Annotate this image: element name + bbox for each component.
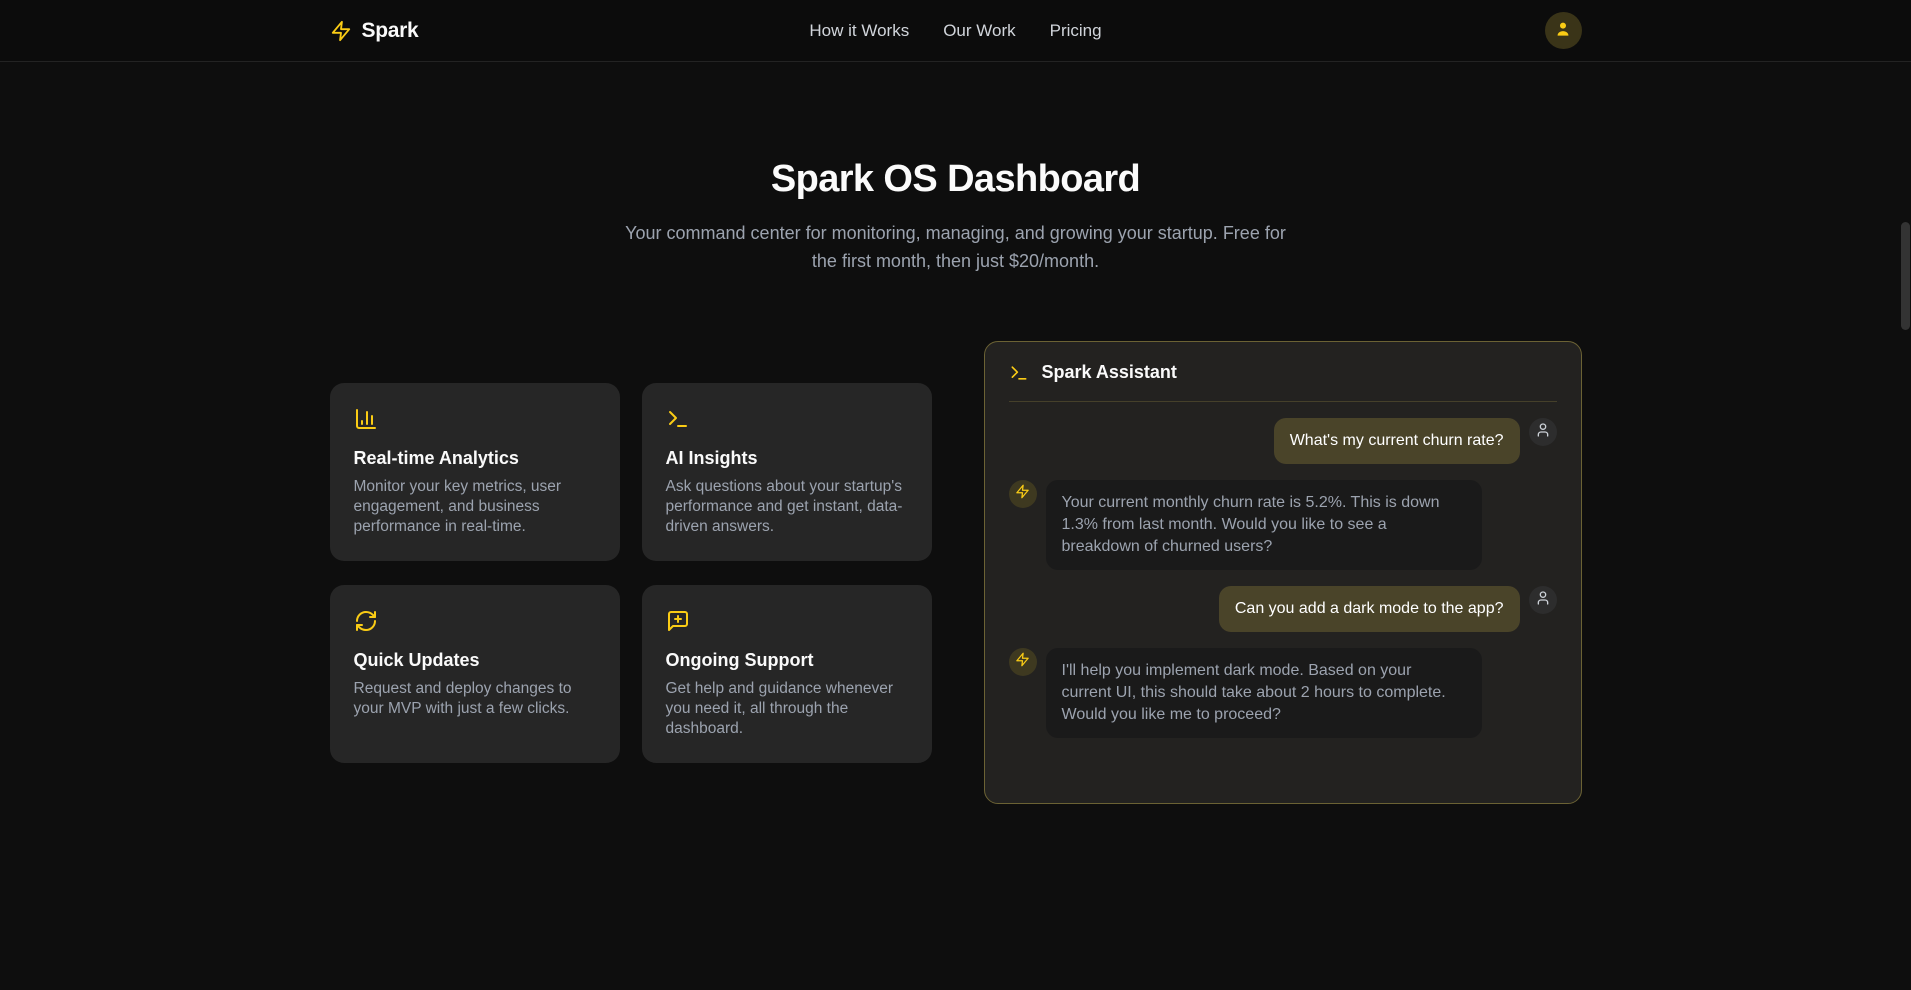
refresh-icon	[354, 609, 596, 633]
feature-card-ongoing-support: Ongoing Support Get help and guidance wh…	[642, 585, 932, 763]
account-avatar-button[interactable]	[1545, 12, 1582, 49]
feature-description: Request and deploy changes to your MVP w…	[354, 679, 596, 719]
user-avatar	[1529, 586, 1557, 614]
feature-description: Ask questions about your startup's perfo…	[666, 477, 908, 537]
nav-link-how-it-works[interactable]: How it Works	[809, 21, 909, 41]
bar-chart-icon	[354, 407, 596, 431]
chat-message-assistant: Your current monthly churn rate is 5.2%.…	[1009, 480, 1557, 570]
feature-description: Monitor your key metrics, user engagemen…	[354, 477, 596, 537]
user-icon	[1535, 590, 1551, 611]
feature-card-realtime-analytics: Real-time Analytics Monitor your key met…	[330, 383, 620, 561]
chat-message-user: What's my current churn rate?	[1009, 418, 1557, 464]
nav-links: How it Works Our Work Pricing	[809, 21, 1101, 41]
assistant-avatar	[1009, 480, 1037, 508]
main-content: Real-time Analytics Monitor your key met…	[330, 341, 1582, 804]
page-scrollbar[interactable]	[1901, 222, 1910, 330]
zap-icon	[1015, 652, 1030, 672]
feature-title: Real-time Analytics	[354, 448, 596, 469]
terminal-icon	[1009, 363, 1029, 383]
assistant-panel-header: Spark Assistant	[1009, 342, 1557, 402]
chat-message-user: Can you add a dark mode to the app?	[1009, 586, 1557, 632]
nav-link-our-work[interactable]: Our Work	[943, 21, 1015, 41]
brand-name: Spark	[362, 19, 419, 43]
feature-card-ai-insights: AI Insights Ask questions about your sta…	[642, 383, 932, 561]
feature-title: AI Insights	[666, 448, 908, 469]
nav-link-pricing[interactable]: Pricing	[1050, 21, 1102, 41]
user-icon	[1535, 422, 1551, 443]
feature-title: Quick Updates	[354, 650, 596, 671]
hero-section: Spark OS Dashboard Your command center f…	[0, 62, 1911, 275]
features-grid: Real-time Analytics Monitor your key met…	[330, 383, 932, 763]
spark-assistant-panel: Spark Assistant What's my current churn …	[984, 341, 1582, 804]
zap-icon	[330, 20, 352, 42]
assistant-panel-title: Spark Assistant	[1042, 362, 1177, 383]
terminal-icon	[666, 407, 908, 431]
feature-description: Get help and guidance whenever you need …	[666, 679, 908, 739]
assistant-avatar	[1009, 648, 1037, 676]
assistant-message-bubble: Your current monthly churn rate is 5.2%.…	[1046, 480, 1482, 570]
brand-logo[interactable]: Spark	[330, 19, 419, 43]
navbar: Spark How it Works Our Work Pricing	[0, 0, 1911, 62]
user-avatar	[1529, 418, 1557, 446]
chat-message-assistant: I'll help you implement dark mode. Based…	[1009, 648, 1557, 738]
page-title: Spark OS Dashboard	[0, 158, 1911, 201]
message-square-plus-icon	[666, 609, 908, 633]
feature-title: Ongoing Support	[666, 650, 908, 671]
user-message-bubble: What's my current churn rate?	[1274, 418, 1520, 464]
user-icon	[1553, 19, 1573, 42]
zap-icon	[1015, 484, 1030, 504]
user-message-bubble: Can you add a dark mode to the app?	[1219, 586, 1520, 632]
chat-messages: What's my current churn rate? Your curre…	[985, 402, 1581, 762]
feature-card-quick-updates: Quick Updates Request and deploy changes…	[330, 585, 620, 763]
hero-subtitle: Your command center for monitoring, mana…	[611, 219, 1301, 275]
assistant-message-bubble: I'll help you implement dark mode. Based…	[1046, 648, 1482, 738]
